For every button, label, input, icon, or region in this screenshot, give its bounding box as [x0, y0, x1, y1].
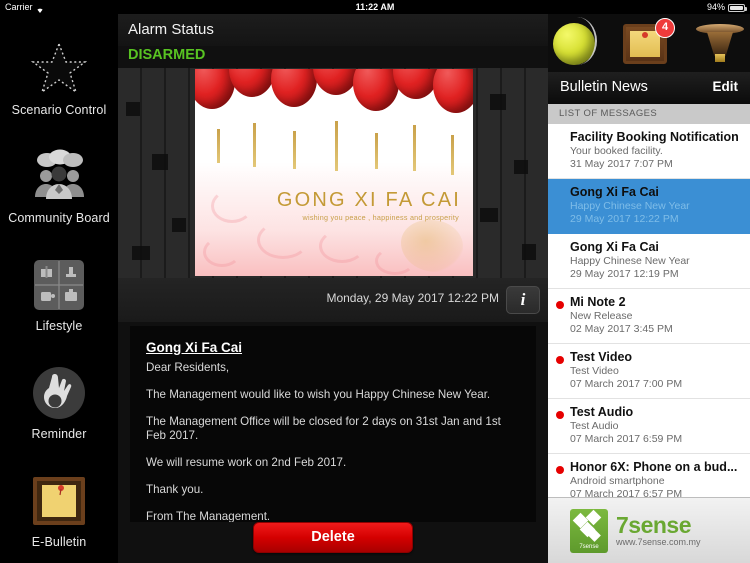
main-content: Alarm Status DISARMED GONG XI FA CAI wis… [118, 14, 548, 563]
status-bar-time: 11:22 AM [355, 2, 395, 12]
message-line: Dear Residents, [146, 361, 230, 374]
unread-dot-icon [556, 356, 564, 364]
unread-dot-icon [556, 301, 564, 309]
list-item-date: 29 May 2017 12:19 PM [570, 268, 679, 280]
info-icon[interactable]: i [506, 286, 540, 314]
bulletin-header: Bulletin News Edit [548, 72, 750, 104]
bulletin-banner-image: GONG XI FA CAI wishing you peace , happi… [118, 68, 548, 278]
sponsor-banner[interactable]: 7sense 7sense www.7sense.com.my [548, 497, 750, 563]
sidebar-item-lifestyle[interactable]: Lifestyle [0, 240, 118, 348]
list-item-title: Gong Xi Fa Cai [570, 240, 659, 254]
chinese-new-year-poster: GONG XI FA CAI wishing you peace , happi… [195, 69, 473, 276]
list-item-subtitle: Happy Chinese New Year [570, 255, 690, 267]
sidebar-item-e-bulletin[interactable]: E-Bulletin [0, 455, 118, 563]
list-item-title: Facility Booking Notification [570, 130, 739, 144]
list-item-date: 07 March 2017 7:00 PM [570, 378, 683, 390]
message-date-bar: Monday, 29 May 2017 12:22 PM i [118, 278, 548, 322]
edit-button[interactable]: Edit [713, 79, 739, 94]
list-item-date: 07 March 2017 6:59 PM [570, 433, 683, 445]
list-item-title: Gong Xi Fa Cai [570, 185, 659, 199]
list-item-subtitle: Test Video [570, 365, 619, 377]
list-item[interactable]: Test Audio Test Audio 07 March 2017 6:59 P… [548, 399, 750, 454]
sidebar: Scenario Control Community Board Lifesty… [0, 14, 118, 563]
lanterns-group [195, 69, 473, 133]
sidebar-item-label: Scenario Control [11, 103, 107, 118]
app-root: Carrier 11:22 AM 94% Scenario Control Co… [0, 0, 750, 563]
list-item-title: Test Video [570, 350, 633, 364]
list-item-date: 02 May 2017 3:45 PM [570, 323, 673, 335]
status-badge: 4 [655, 18, 675, 38]
list-item-subtitle: Your booked facility. [570, 145, 663, 157]
sidebar-item-label: Lifestyle [35, 318, 83, 333]
delete-button[interactable]: Delete [253, 522, 413, 553]
sponsor-name: 7sense [616, 512, 692, 538]
sponsor-text: 7sense www.7sense.com.my [616, 512, 701, 548]
unread-dot-icon [556, 466, 564, 474]
sidebar-item-reminder[interactable]: Reminder [0, 347, 118, 455]
list-item[interactable]: Gong Xi Fa Cai Happy Chinese New Year 29 M… [548, 179, 750, 234]
sidebar-item-label: E-Bulletin [31, 534, 87, 549]
battery-percent-label: 94% [706, 2, 725, 12]
list-item-subtitle: Test Audio [570, 420, 619, 432]
siren-icon[interactable] [696, 24, 744, 64]
list-section-header: LIST OF MESSAGES [548, 104, 750, 124]
pin-icon [642, 32, 648, 38]
message-line: From The Management. [146, 510, 271, 522]
battery-icon [728, 4, 747, 12]
list-item-date: 07 March 2017 6:57 PM [570, 488, 683, 497]
siren-cone [707, 32, 733, 56]
message-body: Gong Xi Fa Cai Dear Residents, The Manag… [130, 326, 536, 522]
message-list[interactable]: Facility Booking Notification Your booked… [548, 124, 750, 497]
logo-caption: 7sense [579, 543, 599, 550]
poster-title: GONG XI FA CAI [276, 189, 461, 211]
list-item[interactable]: Facility Booking Notification Your booked… [548, 124, 750, 179]
people-speech-icon [28, 146, 90, 208]
list-item-subtitle: Android smartphone [570, 475, 665, 487]
message-line: The Management Office will be closed for… [146, 415, 501, 442]
status-bar-right: 94% [706, 0, 747, 14]
message-line: The Management would like to wish you Ha… [146, 388, 491, 401]
list-item-title: Honor 6X: Phone on a bud... [570, 460, 738, 474]
bulletin-title: Bulletin News [560, 79, 648, 95]
corkboard-note-icon [28, 470, 90, 532]
sidebar-item-label: Reminder [31, 426, 87, 441]
status-bar: Carrier 11:22 AM 94% [0, 0, 750, 14]
message-line: Thank you. [146, 483, 204, 496]
sidebar-item-community-board[interactable]: Community Board [0, 132, 118, 240]
list-item-title: Mi Note 2 [570, 295, 626, 309]
unread-dot-icon [556, 411, 564, 419]
message-line: We will resume work on 2nd Feb 2017. [146, 456, 347, 469]
grid-icon [28, 254, 90, 316]
top-icon-bar: 4 [548, 14, 750, 72]
list-item[interactable]: Mi Note 2 New Release 02 May 2017 3:45 PM [548, 289, 750, 344]
poster-subtitle: wishing you peace , happiness and prospe… [302, 213, 459, 222]
list-item-subtitle: Happy Chinese New Year [570, 200, 690, 212]
sponsor-url: www.7sense.com.my [616, 537, 701, 547]
list-item[interactable]: Honor 6X: Phone on a bud... Android smart… [548, 454, 750, 497]
list-item[interactable]: Test Video Test Video 07 March 2017 7:00 P… [548, 344, 750, 399]
message-title: Gong Xi Fa Cai [146, 340, 243, 355]
ok-hand-icon [28, 362, 90, 424]
bulletin-panel: Bulletin News Edit LIST OF MESSAGES Faci… [548, 72, 750, 563]
siren-base [715, 54, 725, 62]
list-item[interactable]: Gong Xi Fa Cai Happy Chinese New Year 29 M… [548, 234, 750, 289]
sidebar-item-scenario-control[interactable]: Scenario Control [0, 24, 118, 132]
list-item-title: Test Audio [570, 405, 634, 419]
tennis-ball-icon[interactable] [553, 17, 597, 65]
alarm-status-title: Alarm Status [118, 14, 548, 46]
star-icon [28, 38, 90, 100]
message-date: Monday, 29 May 2017 12:22 PM [326, 291, 499, 305]
alarm-status-value: DISARMED [128, 47, 206, 63]
list-item-date: 29 May 2017 12:22 PM [570, 213, 679, 225]
list-item-date: 31 May 2017 7:07 PM [570, 158, 673, 170]
sidebar-item-label: Community Board [8, 211, 110, 226]
list-item-subtitle: New Release [570, 310, 633, 322]
sevensense-logo-icon: 7sense [570, 508, 608, 553]
